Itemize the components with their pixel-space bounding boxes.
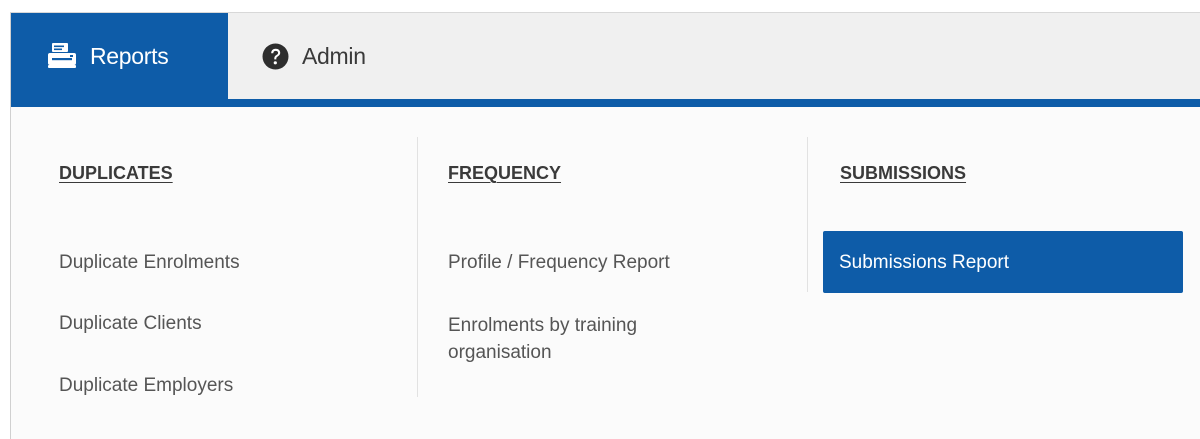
reports-mega-menu: DUPLICATES Duplicate Enrolments Duplicat… [11, 107, 1200, 439]
column-divider [417, 137, 418, 397]
nav-accent-bar [11, 99, 1200, 107]
menu-item-duplicate-enrolments[interactable]: Duplicate Enrolments [59, 249, 240, 276]
tab-reports-label: Reports [90, 42, 169, 69]
tab-admin[interactable]: Admin [228, 13, 428, 99]
heading-duplicates[interactable]: DUPLICATES [59, 163, 173, 184]
tab-reports[interactable]: Reports [11, 13, 228, 99]
menu-item-submissions-report[interactable]: Submissions Report [823, 231, 1183, 293]
top-navigation: Reports Admin [11, 13, 1200, 99]
menu-item-enrolments-by-training-organisation[interactable]: Enrolments by training organisation [448, 312, 738, 366]
app-frame: Reports Admin DUPLICATES Duplicate Enrol… [10, 12, 1200, 439]
reports-printer-icon [47, 43, 77, 69]
heading-submissions[interactable]: SUBMISSIONS [840, 163, 966, 184]
menu-item-duplicate-employers[interactable]: Duplicate Employers [59, 372, 233, 399]
menu-item-profile-frequency-report[interactable]: Profile / Frequency Report [448, 249, 670, 276]
tab-admin-label: Admin [302, 42, 366, 69]
column-divider [807, 137, 808, 292]
menu-item-duplicate-clients[interactable]: Duplicate Clients [59, 310, 202, 337]
question-circle-icon [262, 43, 289, 70]
heading-frequency[interactable]: FREQUENCY [448, 163, 561, 184]
